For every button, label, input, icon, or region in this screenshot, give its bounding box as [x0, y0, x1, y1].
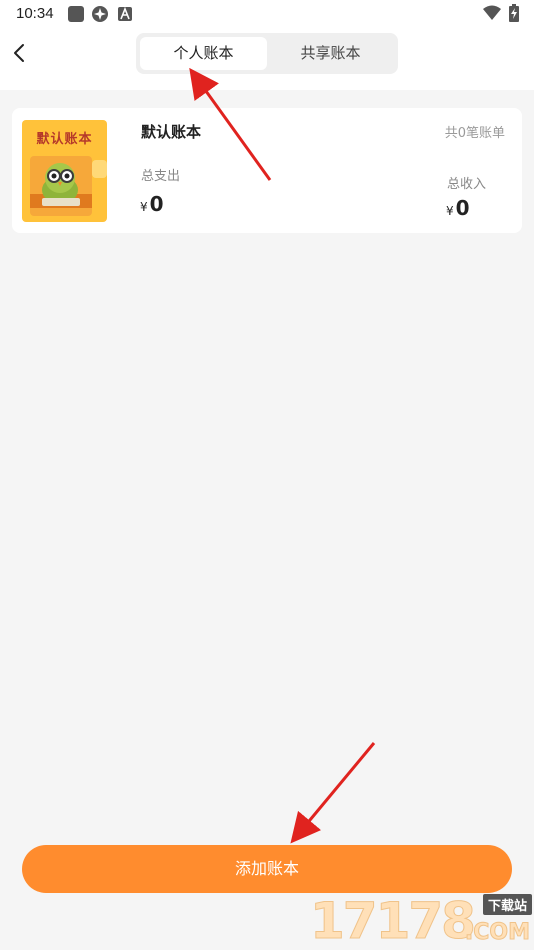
watermark-badge: 下载站 — [482, 894, 532, 915]
tab-personal-books[interactable]: 个人账本 — [140, 37, 267, 70]
book-card[interactable]: 默认账本 默认账本 共0笔账单 总支出 ¥0 总收入 ¥0 — [12, 108, 522, 233]
arrow-to-add-button — [290, 742, 376, 844]
watermark-suffix: .COM — [464, 920, 530, 946]
income-currency: ¥ — [446, 204, 454, 218]
chevron-left-icon — [14, 44, 24, 62]
bill-count: 共0笔账单 — [444, 126, 505, 141]
wifi-icon — [483, 5, 501, 25]
expense-amount: 0 — [149, 192, 164, 216]
back-button[interactable] — [8, 38, 34, 68]
battery-charging-icon — [509, 4, 519, 26]
book-type-tabs: 个人账本 共享账本 — [136, 33, 398, 74]
status-bar: 10:34 — [0, 0, 534, 28]
book-cover: 默认账本 — [22, 120, 107, 222]
book-name: 默认账本 — [141, 123, 202, 141]
header: 个人账本 共享账本 — [0, 28, 534, 90]
add-book-button[interactable]: 添加账本 — [22, 845, 512, 893]
status-time: 10:34 — [16, 5, 54, 22]
pinwheel-app-icon — [92, 6, 108, 26]
watermark-logo: 17178 下载站 .COM — [310, 890, 534, 950]
income-amount: 0 — [455, 196, 470, 220]
a-app-icon — [118, 6, 132, 25]
square-app-icon — [68, 6, 84, 26]
tab-shared-books[interactable]: 共享账本 — [267, 37, 394, 70]
total-expense-label: 总支出 — [141, 169, 181, 184]
expense-currency: ¥ — [140, 200, 148, 214]
watermark-digits: 17178 — [310, 892, 477, 950]
total-income-value: ¥0 — [446, 196, 470, 220]
total-expense-value: ¥0 — [140, 192, 164, 216]
total-income-label: 总收入 — [447, 177, 487, 192]
owl-mascot-icon — [30, 156, 107, 216]
